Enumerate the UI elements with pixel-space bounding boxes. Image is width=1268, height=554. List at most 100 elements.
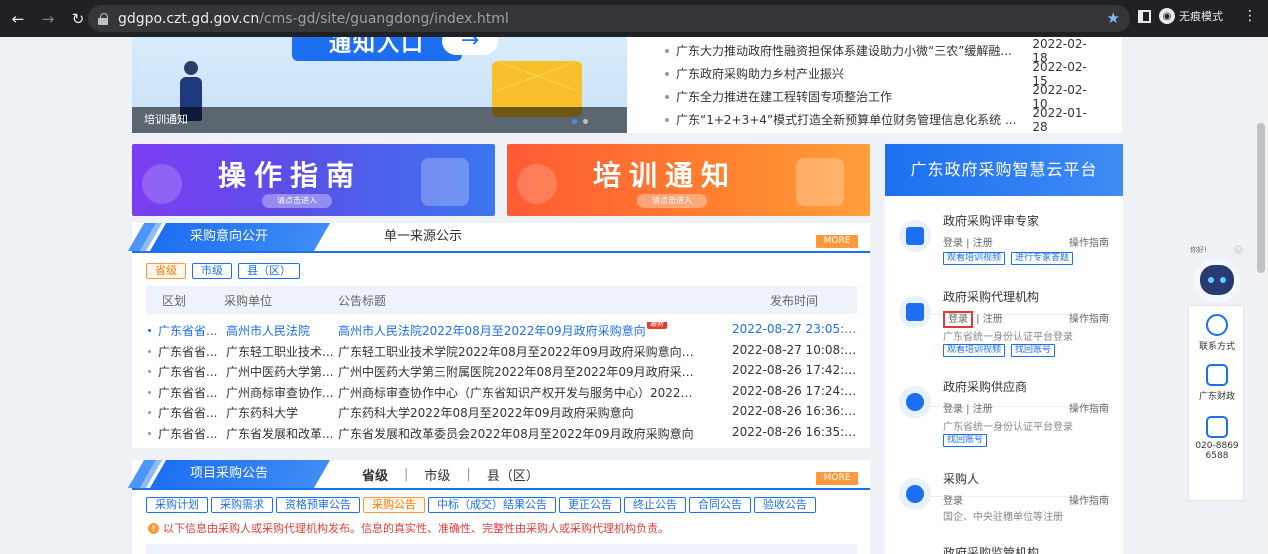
entity-links: 登录 操作指南 xyxy=(943,492,1109,507)
incognito-indicator[interactable]: ◉ 无痕模式 xyxy=(1159,8,1223,24)
phone-item[interactable]: 020-88696588 xyxy=(1189,416,1245,461)
expert-quiz-button[interactable]: 进行专家答题 xyxy=(1011,252,1074,265)
qr-code-icon xyxy=(1206,364,1228,386)
table-row[interactable]: 广东省省... 广东轻工职业技术... 广东轻工职业技术学院2022年08月至2… xyxy=(146,340,857,361)
back-icon[interactable]: ← xyxy=(6,7,30,31)
tab-procurement-intention[interactable]: 采购意向公开 xyxy=(190,223,268,251)
section-header: 项目采购公告 省级 | 市级 | 县（区） MORE xyxy=(127,460,870,490)
reload-icon[interactable]: ↻ xyxy=(66,7,90,31)
tab-province[interactable]: 省级 xyxy=(362,465,388,484)
table-row[interactable]: 广东省省... 高州市人民法院 高州市人民法院2022年08月至2022年09月… xyxy=(146,319,857,340)
cat-result[interactable]: 中标（成交）结果公告 xyxy=(428,497,556,513)
register-link[interactable]: 注册 xyxy=(973,238,993,249)
cat-termination[interactable]: 终止公告 xyxy=(624,497,686,513)
forward-icon[interactable]: → xyxy=(36,7,60,31)
level-filters: 省级 市级 县（区） xyxy=(146,263,300,279)
entity-name: 政府采购评审专家 xyxy=(943,214,1040,228)
login-link[interactable]: 登录 xyxy=(943,311,973,328)
disclaimer-text: 以下信息由采购人或采购代理机构发布。信息的真实性、准确性、完整性由采购人或采购代… xyxy=(163,522,669,535)
col-unit: 采购单位 xyxy=(224,293,273,308)
entity-name: 采购人 xyxy=(943,472,980,486)
operation-guide-banner[interactable]: 操作指南 请点击进入 xyxy=(132,144,495,216)
news-list: 广东大力推动政府性融资担保体系建设助力小微“三农”缓解融... 2022-02-1… xyxy=(665,37,1100,134)
login-link[interactable]: 登录 xyxy=(943,238,963,249)
guide-link[interactable]: 操作指南 xyxy=(1069,400,1109,415)
guide-link[interactable]: 操作指南 xyxy=(1069,234,1109,249)
filter-province[interactable]: 省级 xyxy=(146,263,186,279)
recover-account-button[interactable]: 找回账号 xyxy=(1011,344,1056,357)
operation-guide-title: 操作指南 xyxy=(218,159,363,192)
entity-name: 政府采购监管机构 xyxy=(943,546,1040,554)
table-row[interactable]: 广东省省... 广东省发展和改革... 广东省发展和改革委员会2022年08月至… xyxy=(146,422,857,443)
entity-buttons: 找回账号 xyxy=(943,434,988,447)
banner-caption: 培训通知 xyxy=(132,107,627,133)
table-row[interactable]: 广东省省... 广州商标审查协作... 广州商标审查协作中心（广东省知识产权开发… xyxy=(146,381,857,402)
filter-city[interactable]: 市级 xyxy=(192,263,232,279)
news-item[interactable]: 广东“1+2+3+4”模式打造全新预算单位财务管理信息化系统 ... 2022-0… xyxy=(665,106,1100,134)
close-icon[interactable]: × xyxy=(1234,245,1243,254)
wechat-item[interactable]: 广东财政 xyxy=(1189,364,1245,402)
guide-link[interactable]: 操作指南 xyxy=(1069,492,1109,507)
new-badge: 最新 xyxy=(646,322,667,329)
register-link[interactable]: 注册 xyxy=(983,314,1003,325)
intention-table: 广东省省... 高州市人民法院 高州市人民法院2022年08月至2022年09月… xyxy=(146,319,857,442)
top-news-panel: 通知入口 → 培训通知 广东大力推动政府性融资担保体系建设助力小微“三农”缓解融… xyxy=(132,37,1122,134)
table-row[interactable]: 广东省省... 广州中医药大学第... 广州中医药大学第三附属医院2022年08… xyxy=(146,360,857,381)
tab-city[interactable]: 市级 xyxy=(424,465,450,484)
training-video-button[interactable]: 观看培训视频 xyxy=(943,344,1006,357)
cat-plan[interactable]: 采购计划 xyxy=(146,497,208,513)
tab-single-source[interactable]: 单一来源公示 xyxy=(384,223,462,251)
training-video-button[interactable]: 观看培训视频 xyxy=(943,252,1006,265)
url-host: gdgpo.czt.gd.gov.cn xyxy=(118,10,260,27)
tab-county[interactable]: 县（区） xyxy=(487,465,539,484)
browser-toolbar: ← → ↻ gdgpo.czt.gd.gov.cn/cms-gd/site/gu… xyxy=(0,0,1268,37)
entity-buttons: 观看培训视频 找回账号 xyxy=(943,344,1056,357)
cat-acceptance[interactable]: 验收公告 xyxy=(754,497,816,513)
operation-guide-enter[interactable]: 请点击进入 xyxy=(262,194,332,208)
platform-title[interactable]: 广东政府采购智慧云平台 xyxy=(885,144,1123,196)
banner-title: 通知入口 xyxy=(292,37,462,61)
table-header xyxy=(146,544,857,554)
entity-links: 登录 | 注册 操作指南 xyxy=(943,310,1109,328)
entity-buttons: 观看培训视频 进行专家答题 xyxy=(943,252,1074,265)
incognito-label: 无痕模式 xyxy=(1179,10,1223,23)
login-link[interactable]: 登录 xyxy=(943,404,963,415)
bookmark-star-icon[interactable]: ★ xyxy=(1107,9,1120,27)
table-header: 区划 采购单位 公告标题 发布时间 xyxy=(146,286,857,314)
address-bar[interactable]: gdgpo.czt.gd.gov.cn/cms-gd/site/guangdon… xyxy=(88,5,1130,32)
more-button[interactable]: MORE xyxy=(816,235,858,248)
entity-links: 登录 | 注册 操作指南 xyxy=(943,400,1109,415)
cat-correction[interactable]: 更正公告 xyxy=(559,497,621,513)
carousel-dots xyxy=(572,119,588,124)
carousel-banner[interactable]: 通知入口 → 培训通知 xyxy=(132,37,627,133)
contact-item[interactable]: 联系方式 xyxy=(1189,314,1245,352)
login-link[interactable]: 登录 xyxy=(943,496,963,507)
cat-contract[interactable]: 合同公告 xyxy=(689,497,751,513)
filter-county[interactable]: 县（区） xyxy=(238,263,300,279)
cat-prequal[interactable]: 资格预审公告 xyxy=(276,497,360,513)
decor-shape xyxy=(142,164,182,204)
training-notice-enter[interactable]: 请点击进入 xyxy=(637,194,707,208)
guide-link[interactable]: 操作指南 xyxy=(1069,310,1109,325)
more-button[interactable]: MORE xyxy=(816,472,858,485)
recover-account-button[interactable]: 找回账号 xyxy=(943,434,988,447)
table-row[interactable]: 广东省省... 广东药科大学 广东药科大学2022年08月至2022年09月政府… xyxy=(146,401,857,422)
megaphone-icon xyxy=(517,164,557,204)
project-announcement-section: 项目采购公告 省级 | 市级 | 县（区） MORE 采购计划 采购需求 资格预… xyxy=(127,460,870,554)
cat-demand[interactable]: 采购需求 xyxy=(211,497,273,513)
carousel-dot[interactable] xyxy=(572,119,577,124)
tab-project-announcement[interactable]: 项目采购公告 xyxy=(190,460,268,488)
page-scrollbar[interactable] xyxy=(1254,37,1268,554)
menu-kebab-icon[interactable]: ⋮ xyxy=(1243,8,1257,24)
chat-robot-icon[interactable] xyxy=(1194,259,1240,303)
training-notice-banner[interactable]: 培训通知 请点击进入 xyxy=(507,144,870,216)
register-link[interactable]: 注册 xyxy=(973,404,993,415)
scrollbar-thumb[interactable] xyxy=(1257,123,1265,273)
entity-subtext: 国企、中央驻穗单位等注册 xyxy=(943,512,1063,523)
cat-announcement[interactable]: 采购公告 xyxy=(363,497,425,513)
training-notice-title: 培训通知 xyxy=(593,159,738,192)
headset-icon xyxy=(1206,314,1228,336)
side-panel-icon[interactable] xyxy=(1138,9,1151,23)
col-time: 发布时间 xyxy=(770,293,819,308)
carousel-dot[interactable] xyxy=(583,119,588,124)
